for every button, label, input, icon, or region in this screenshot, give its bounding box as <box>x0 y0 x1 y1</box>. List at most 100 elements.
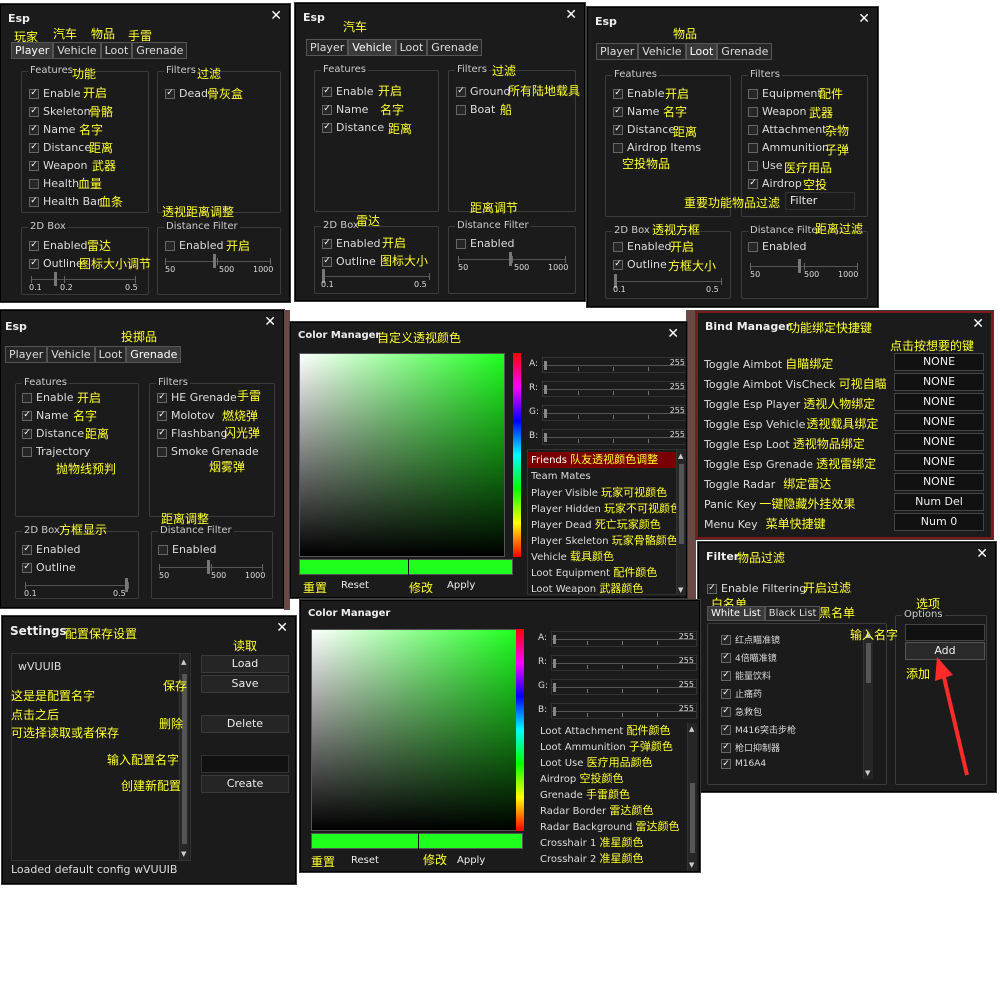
bind-key-aimbot-vischeck[interactable]: NONE <box>894 373 984 391</box>
close-icon[interactable]: ✕ <box>976 546 988 562</box>
slider-handle[interactable] <box>213 254 216 268</box>
box-size-slider[interactable]: 0.1 0.5 <box>321 269 430 289</box>
slider-handle[interactable] <box>207 560 210 574</box>
checkbox-dead[interactable]: ✓ Dead <box>165 87 208 100</box>
checkbox-name[interactable]: ✓ Name <box>613 105 659 118</box>
close-icon[interactable]: ✕ <box>858 11 870 27</box>
checkbox-box-enabled[interactable]: ✓ Enabled <box>29 239 87 252</box>
list-item[interactable]: Player Skeleton 玩家骨骼颜色 <box>528 533 678 549</box>
list-item[interactable]: ✓ 止痛药 <box>721 687 762 700</box>
checkbox-enable-filtering[interactable]: ✓ Enable Filtering <box>707 582 806 595</box>
list-item[interactable]: Player Dead 死亡玩家颜色 <box>528 517 676 533</box>
checkbox-attachment[interactable]: Attachment <box>748 123 827 136</box>
tab-vehicle[interactable]: Vehicle <box>47 346 95 363</box>
checkbox-molotov[interactable]: ✓ Molotov <box>157 409 215 422</box>
slider-handle[interactable] <box>553 683 556 692</box>
checkbox-flashbang[interactable]: ✓ Flashbang <box>157 427 228 440</box>
distance-slider[interactable]: 50 500 1000 <box>458 252 568 272</box>
bind-key-radar[interactable]: NONE <box>894 473 984 491</box>
filter-button[interactable]: Filter <box>785 192 855 210</box>
checkbox-enable[interactable]: ✓ Enable <box>29 87 80 100</box>
slider-red[interactable]: R: 255 <box>538 655 697 671</box>
slider-handle[interactable] <box>553 635 556 644</box>
tab-vehicle[interactable]: Vehicle <box>53 42 101 59</box>
checkbox-ground[interactable]: ✓ Ground <box>456 85 510 98</box>
checkbox-enable[interactable]: Enable <box>22 391 73 404</box>
checkbox-distance-enabled[interactable]: Enabled <box>748 240 806 253</box>
scrollbar[interactable]: ▲ ▼ <box>863 629 873 779</box>
close-icon[interactable]: ✕ <box>667 326 679 342</box>
tab-loot[interactable]: Loot <box>100 42 133 59</box>
distance-slider[interactable]: 50 500 1000 <box>750 259 858 279</box>
tab-player[interactable]: Player <box>596 43 639 60</box>
distance-slider[interactable]: 50 500 1000 <box>165 254 273 274</box>
scroll-down-icon[interactable]: ▼ <box>689 861 694 869</box>
list-item[interactable]: Player Hidden 玩家不可视颜色 <box>528 501 681 517</box>
checkbox-trajectory[interactable]: Trajectory <box>22 445 90 458</box>
config-item[interactable]: wVUUIB <box>18 660 61 673</box>
checkbox-airdrop[interactable]: ✓ Airdrop <box>748 177 802 190</box>
checkbox-box-outline[interactable]: ✓ Outline <box>322 255 376 268</box>
checkbox-health-bar[interactable]: ✓ Health Bar <box>29 195 101 208</box>
checkbox-ammunition[interactable]: Ammunition <box>748 141 829 154</box>
scroll-thumb[interactable] <box>690 783 695 853</box>
close-icon[interactable]: ✕ <box>565 7 577 23</box>
scrollbar[interactable]: ▲ ▼ <box>676 450 686 594</box>
list-item[interactable]: Loot Attachment 配件颜色 <box>537 723 687 739</box>
tab-grenade[interactable]: Grenade <box>717 43 773 60</box>
config-name-input[interactable] <box>201 755 289 773</box>
checkbox-distance-enabled[interactable]: Enabled <box>456 237 514 250</box>
list-item[interactable]: Player Visible 玩家可视颜色 <box>528 485 676 501</box>
load-button[interactable]: Load <box>201 655 289 673</box>
tab-loot[interactable]: Loot <box>685 43 718 60</box>
checkbox-box-outline[interactable]: ✓ Outline <box>613 258 667 271</box>
list-item[interactable]: Airdrop 空投颜色 <box>537 771 687 787</box>
tab-loot[interactable]: Loot <box>94 346 127 363</box>
box-size-slider[interactable]: 0.1 0.5 <box>24 578 129 598</box>
checkbox-distance[interactable]: ✓ Distance <box>322 121 384 134</box>
checkbox-equipment[interactable]: Equipment <box>748 87 822 100</box>
slider-handle[interactable] <box>544 385 547 394</box>
slider-blue[interactable]: B: 255 <box>529 429 686 445</box>
list-item[interactable]: ✓ M16A4 <box>721 759 766 769</box>
reset-button[interactable]: Reset <box>335 578 405 595</box>
slider-handle[interactable] <box>544 361 547 370</box>
scroll-down-icon[interactable]: ▼ <box>865 769 870 777</box>
checkbox-box-outline[interactable]: ✓ Outline <box>22 561 76 574</box>
tab-black-list[interactable]: Black List <box>764 606 821 621</box>
checkbox-weapon[interactable]: ✓ Weapon <box>29 159 87 172</box>
slider-green[interactable]: G: 255 <box>529 405 686 421</box>
scroll-thumb[interactable] <box>182 674 187 844</box>
bind-key-esp-player[interactable]: NONE <box>894 393 984 411</box>
checkbox-weapon[interactable]: Weapon <box>748 105 806 118</box>
list-item[interactable]: Radar Border 雷达颜色 <box>537 803 687 819</box>
list-item[interactable]: ✓ 红点瞄准镜 <box>721 633 780 646</box>
checkbox-name[interactable]: ✓ Name <box>22 409 68 422</box>
list-item[interactable]: Loot Weapon 武器颜色 <box>528 581 676 594</box>
list-item[interactable]: Loot Equipment 配件颜色 <box>528 565 676 581</box>
list-item[interactable]: Radar Background 雷达颜色 <box>537 819 687 835</box>
tab-loot[interactable]: Loot <box>395 39 428 56</box>
checkbox-enable[interactable]: ✓ Enable <box>322 85 373 98</box>
scroll-down-icon[interactable]: ▼ <box>181 850 186 858</box>
list-item[interactable]: ✓ 4倍瞄准镜 <box>721 651 777 664</box>
list-item[interactable]: Team Mates <box>528 469 676 485</box>
hue-slider[interactable] <box>516 629 524 831</box>
checkbox-airdrop-items[interactable]: Airdrop Items <box>613 141 701 154</box>
checkbox-skeleton[interactable]: ✓ Skeleton <box>29 105 91 118</box>
slider-handle[interactable] <box>553 707 556 716</box>
scroll-up-icon[interactable]: ▲ <box>689 725 694 733</box>
slider-blue[interactable]: B: 255 <box>538 703 697 719</box>
color-picker-square[interactable] <box>299 353 505 557</box>
list-item[interactable]: ✓ 急救包 <box>721 705 762 718</box>
scroll-down-icon[interactable]: ▼ <box>678 586 683 594</box>
reset-button[interactable]: Reset <box>343 853 413 870</box>
list-item[interactable]: Grenade 手雷颜色 <box>537 787 687 803</box>
checkbox-distance-enabled[interactable]: Enabled <box>158 543 216 556</box>
close-icon[interactable]: ✕ <box>276 620 288 636</box>
color-picker-square[interactable] <box>311 629 517 831</box>
bind-key-esp-vehicle[interactable]: NONE <box>894 413 984 431</box>
slider-handle[interactable] <box>544 409 547 418</box>
checkbox-box-enabled[interactable]: ✓ Enabled <box>22 543 80 556</box>
checkbox-name[interactable]: ✓ Name <box>29 123 75 136</box>
